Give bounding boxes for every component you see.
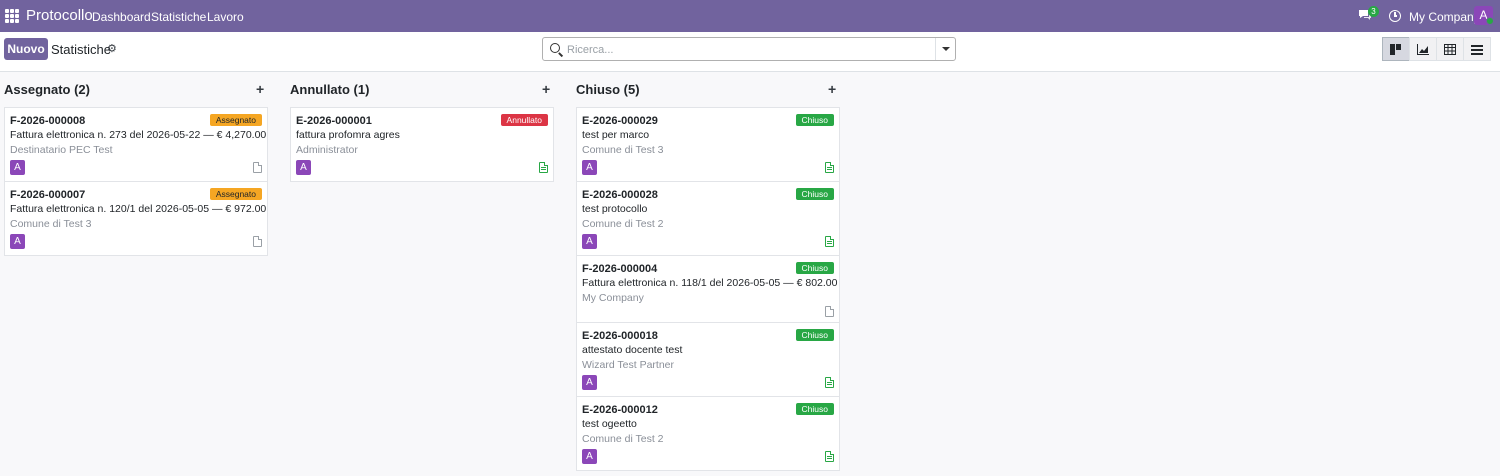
user-status-icon [1486, 17, 1494, 25]
card-partner: Administrator [296, 144, 358, 156]
kanban-card[interactable]: E-2026-000028 Chiuso test protocollo Com… [576, 181, 840, 256]
messages-count-badge: 3 [1368, 6, 1379, 17]
status-badge: Chiuso [795, 262, 834, 274]
column-title[interactable]: Assegnato (2) [4, 82, 90, 97]
kanban-icon [1390, 43, 1401, 55]
kanban-card[interactable]: E-2026-000001 Annullato fattura profomra… [290, 107, 554, 182]
kanban-card[interactable]: F-2026-000004 Chiuso Fattura elettronica… [576, 255, 840, 323]
attachment-document-icon[interactable] [825, 377, 834, 388]
card-reference: E-2026-000012 [582, 404, 658, 416]
column-add-icon[interactable]: + [542, 81, 550, 97]
pivot-view-button[interactable] [1436, 37, 1464, 61]
status-badge: Chiuso [795, 188, 834, 200]
avatar[interactable]: A [10, 160, 25, 175]
avatar[interactable]: A [582, 160, 597, 175]
menu-lavoro[interactable]: Lavoro [207, 10, 244, 24]
search-bar[interactable] [542, 37, 956, 61]
card-subject: test per marco [582, 129, 650, 141]
status-badge: Chiuso [795, 403, 834, 415]
document-icon[interactable] [825, 306, 834, 317]
search-options-toggle[interactable] [935, 38, 955, 60]
card-subject: test ogeetto [582, 418, 637, 430]
view-switcher [1382, 37, 1491, 61]
avatar[interactable]: A [582, 449, 597, 464]
status-badge: Chiuso [795, 114, 834, 126]
card-reference: F-2026-000008 [10, 115, 86, 127]
card-reference: F-2026-000004 [582, 263, 658, 275]
status-badge: Annullato [500, 114, 548, 126]
top-navbar: Protocollo Dashboard Statistiche Lavoro … [0, 0, 1500, 32]
card-reference: E-2026-000029 [582, 115, 658, 127]
avatar[interactable]: A [582, 375, 597, 390]
column-add-icon[interactable]: + [828, 81, 836, 97]
card-subject: fattura profomra agres [296, 129, 400, 141]
graph-view-button[interactable] [1409, 37, 1437, 61]
card-reference: E-2026-000028 [582, 189, 658, 201]
status-badge: Assegnato [209, 188, 262, 200]
attachment-document-icon[interactable] [825, 236, 834, 247]
card-partner: Wizard Test Partner [582, 359, 675, 371]
control-panel: Nuovo Statistiche ⚙ [0, 32, 1500, 72]
card-subject: Fattura elettronica n. 120/1 del 2026-05… [10, 203, 267, 215]
kanban-card[interactable]: E-2026-000029 Chiuso test per marco Comu… [576, 107, 840, 182]
kanban-view-button[interactable] [1382, 37, 1410, 61]
list-view-button[interactable] [1463, 37, 1491, 61]
new-button[interactable]: Nuovo [4, 38, 48, 60]
gear-icon[interactable]: ⚙ [107, 44, 117, 55]
kanban-board: Assegnato (2) + F-2026-000008 Assegnato … [0, 72, 1500, 476]
attachment-document-icon[interactable] [825, 451, 834, 462]
attachment-document-icon[interactable] [825, 162, 834, 173]
card-subject: Fattura elettronica n. 118/1 del 2026-05… [582, 277, 838, 289]
status-badge: Assegnato [209, 114, 262, 126]
attachment-document-icon[interactable] [539, 162, 548, 173]
app-name[interactable]: Protocollo [26, 7, 93, 24]
card-partner: My Company [582, 292, 644, 304]
kanban-card[interactable]: F-2026-000007 Assegnato Fattura elettron… [4, 181, 268, 256]
kanban-card[interactable]: E-2026-000018 Chiuso attestato docente t… [576, 322, 840, 397]
search-input[interactable] [567, 42, 927, 58]
menu-statistiche[interactable]: Statistiche [151, 10, 206, 24]
list-icon [1471, 44, 1483, 55]
card-subject: test protocollo [582, 203, 648, 215]
card-reference: F-2026-000007 [10, 189, 86, 201]
avatar[interactable]: A [296, 160, 311, 175]
card-subject: Fattura elettronica n. 273 del 2026-05-2… [10, 129, 267, 141]
card-reference: E-2026-000001 [296, 115, 372, 127]
pivot-icon [1444, 43, 1456, 55]
column-add-icon[interactable]: + [256, 81, 264, 97]
avatar[interactable]: A [10, 234, 25, 249]
activity-clock-icon[interactable] [1389, 10, 1401, 22]
kanban-card[interactable]: F-2026-000008 Assegnato Fattura elettron… [4, 107, 268, 182]
card-partner: Comune di Test 2 [582, 433, 664, 445]
search-icon [550, 43, 560, 53]
card-partner: Comune di Test 3 [582, 144, 664, 156]
card-partner: Destinatario PEC Test [10, 144, 113, 156]
card-reference: E-2026-000018 [582, 330, 658, 342]
column-title[interactable]: Chiuso (5) [576, 82, 640, 97]
menu-dashboard[interactable]: Dashboard [92, 10, 151, 24]
document-icon[interactable] [253, 236, 262, 247]
breadcrumb: Statistiche [51, 42, 111, 57]
document-icon[interactable] [253, 162, 262, 173]
kanban-card[interactable]: E-2026-000012 Chiuso test ogeetto Comune… [576, 396, 840, 471]
column-title[interactable]: Annullato (1) [290, 82, 369, 97]
company-switcher[interactable]: My Company [1409, 10, 1480, 24]
card-partner: Comune di Test 2 [582, 218, 664, 230]
card-subject: attestato docente test [582, 344, 683, 356]
card-partner: Comune di Test 3 [10, 218, 92, 230]
apps-menu-icon[interactable] [5, 9, 19, 23]
status-badge: Chiuso [795, 329, 834, 341]
avatar[interactable]: A [582, 234, 597, 249]
graph-icon [1417, 43, 1429, 55]
